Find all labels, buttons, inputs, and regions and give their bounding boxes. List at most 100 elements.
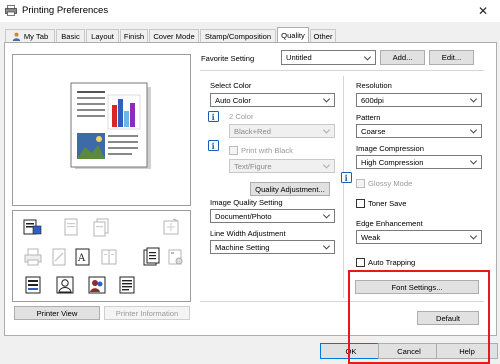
tab-label: My Tab bbox=[23, 31, 49, 41]
color-sheet-icon bbox=[23, 219, 42, 235]
line-width-adjustment-label: Line Width Adjustment bbox=[210, 229, 286, 238]
chevron-down-icon bbox=[469, 157, 478, 165]
two-color-select[interactable]: Black+Red bbox=[229, 124, 335, 138]
glossy-mode-checkbox[interactable] bbox=[356, 179, 365, 188]
staple-icon bbox=[168, 249, 183, 265]
toner-save-label: Toner Save bbox=[368, 199, 407, 208]
favorite-setting-select[interactable]: Untitled bbox=[281, 50, 376, 65]
image-compression-value: High Compression bbox=[361, 157, 424, 167]
resolution-label: Resolution bbox=[356, 81, 392, 90]
svg-text:i: i bbox=[345, 173, 348, 183]
paper-icon bbox=[64, 218, 78, 236]
add-button[interactable]: Add... bbox=[380, 50, 425, 65]
image-compression-select[interactable]: High Compression bbox=[356, 155, 482, 169]
binder-icon bbox=[143, 247, 160, 266]
auto-trapping-label: Auto Trapping bbox=[368, 258, 416, 267]
close-icon[interactable]: ✕ bbox=[466, 0, 500, 22]
tab-cover-mode[interactable]: Cover Mode bbox=[149, 29, 199, 42]
chevron-down-icon bbox=[322, 242, 331, 250]
tab-other[interactable]: Other bbox=[310, 29, 336, 42]
tab-layout[interactable]: Layout bbox=[86, 29, 119, 42]
feature-icons-panel: A bbox=[12, 210, 191, 302]
toner-save-checkbox[interactable] bbox=[356, 199, 365, 208]
resolution-value: 600dpi bbox=[361, 95, 384, 105]
person-icon bbox=[12, 32, 21, 41]
chevron-down-icon bbox=[469, 232, 478, 240]
info-icon[interactable]: i bbox=[208, 140, 219, 151]
svg-text:i: i bbox=[212, 112, 215, 122]
tab-finish[interactable]: Finish bbox=[120, 29, 148, 42]
printer-app-icon bbox=[5, 5, 17, 16]
quality-adjustment-button[interactable]: Quality Adjustment... bbox=[250, 182, 330, 196]
edge-enhancement-label: Edge Enhancement bbox=[356, 219, 423, 228]
svg-text:A: A bbox=[77, 253, 86, 264]
chevron-down-icon bbox=[322, 211, 331, 219]
tab-my-tab[interactable]: My Tab bbox=[5, 29, 55, 42]
edge-enhancement-value: Weak bbox=[361, 232, 381, 242]
preview-document-icon bbox=[70, 82, 151, 169]
tab-quality[interactable]: Quality bbox=[277, 27, 309, 42]
separator bbox=[343, 76, 344, 298]
glossy-mode-label: Glossy Mode bbox=[368, 179, 413, 188]
highlight-box bbox=[348, 270, 490, 364]
two-color-label: 2 Color bbox=[229, 112, 254, 121]
document-icon bbox=[25, 276, 41, 294]
chevron-down-icon bbox=[322, 95, 331, 103]
tab-label: Basic bbox=[61, 31, 80, 41]
edge-enhancement-select[interactable]: Weak bbox=[356, 230, 482, 244]
page-preview bbox=[12, 54, 191, 206]
favorite-setting-value: Untitled bbox=[286, 53, 312, 62]
image-quality-setting-label: Image Quality Setting bbox=[210, 198, 283, 207]
tab-label: Layout bbox=[91, 31, 114, 41]
printer-icon bbox=[24, 248, 42, 266]
print-with-black-label: Print with Black bbox=[241, 146, 293, 155]
tab-stamp-composition[interactable]: Stamp/Composition bbox=[200, 29, 276, 42]
print-with-black-checkbox[interactable] bbox=[229, 146, 238, 155]
select-color-value: Auto Color bbox=[215, 95, 251, 105]
info-icon[interactable]: i bbox=[208, 111, 219, 122]
edit-button[interactable]: Edit... bbox=[429, 50, 474, 65]
tab-label: Cover Mode bbox=[153, 31, 195, 41]
auto-trapping-checkbox[interactable] bbox=[356, 258, 365, 267]
pattern-value: Coarse bbox=[361, 126, 386, 136]
tab-label: Other bbox=[313, 31, 333, 41]
tab-label: Finish bbox=[123, 31, 145, 41]
tab-basic[interactable]: Basic bbox=[56, 29, 85, 42]
image-compression-label: Image Compression bbox=[356, 144, 424, 153]
tab-label: Quality bbox=[281, 30, 305, 40]
person-group-icon bbox=[88, 276, 106, 294]
chevron-down-icon bbox=[469, 126, 478, 134]
printer-information-button[interactable]: Printer Information bbox=[104, 306, 190, 320]
document-icon bbox=[119, 276, 135, 294]
line-width-adjustment-value: Machine Setting bbox=[215, 242, 270, 252]
print-with-black-value: Text/Figure bbox=[234, 161, 272, 171]
watermark-icon bbox=[52, 248, 66, 266]
image-quality-setting-select[interactable]: Document/Photo bbox=[210, 209, 335, 223]
paper-stack-icon bbox=[93, 218, 109, 237]
tab-bar: My Tab Basic Layout Finish Cover Mode St… bbox=[0, 27, 500, 42]
print-with-black-select[interactable]: Text/Figure bbox=[229, 159, 335, 173]
svg-text:i: i bbox=[212, 141, 215, 151]
line-width-adjustment-select[interactable]: Machine Setting bbox=[210, 240, 335, 254]
window-title: Printing Preferences bbox=[22, 5, 109, 16]
select-color-select[interactable]: Auto Color bbox=[210, 93, 335, 107]
chevron-down-icon bbox=[363, 52, 372, 61]
chevron-down-icon bbox=[322, 126, 331, 134]
chevron-down-icon bbox=[469, 95, 478, 103]
text-doc-icon: A bbox=[75, 248, 90, 266]
resolution-select[interactable]: 600dpi bbox=[356, 93, 482, 107]
person-icon bbox=[56, 276, 74, 294]
image-quality-setting-value: Document/Photo bbox=[215, 211, 272, 221]
separator bbox=[200, 70, 484, 71]
printer-view-button[interactable]: Printer View bbox=[14, 306, 100, 320]
favorite-setting-label: Favorite Setting bbox=[201, 54, 255, 63]
pattern-select[interactable]: Coarse bbox=[356, 124, 482, 138]
tab-label: Stamp/Composition bbox=[204, 31, 272, 41]
book-icon bbox=[101, 249, 117, 265]
info-icon[interactable]: i bbox=[341, 172, 352, 183]
pattern-label: Pattern bbox=[356, 113, 381, 122]
select-color-label: Select Color bbox=[210, 81, 252, 90]
chevron-down-icon bbox=[322, 161, 331, 169]
two-color-value: Black+Red bbox=[234, 126, 271, 136]
fold-icon bbox=[163, 218, 179, 235]
